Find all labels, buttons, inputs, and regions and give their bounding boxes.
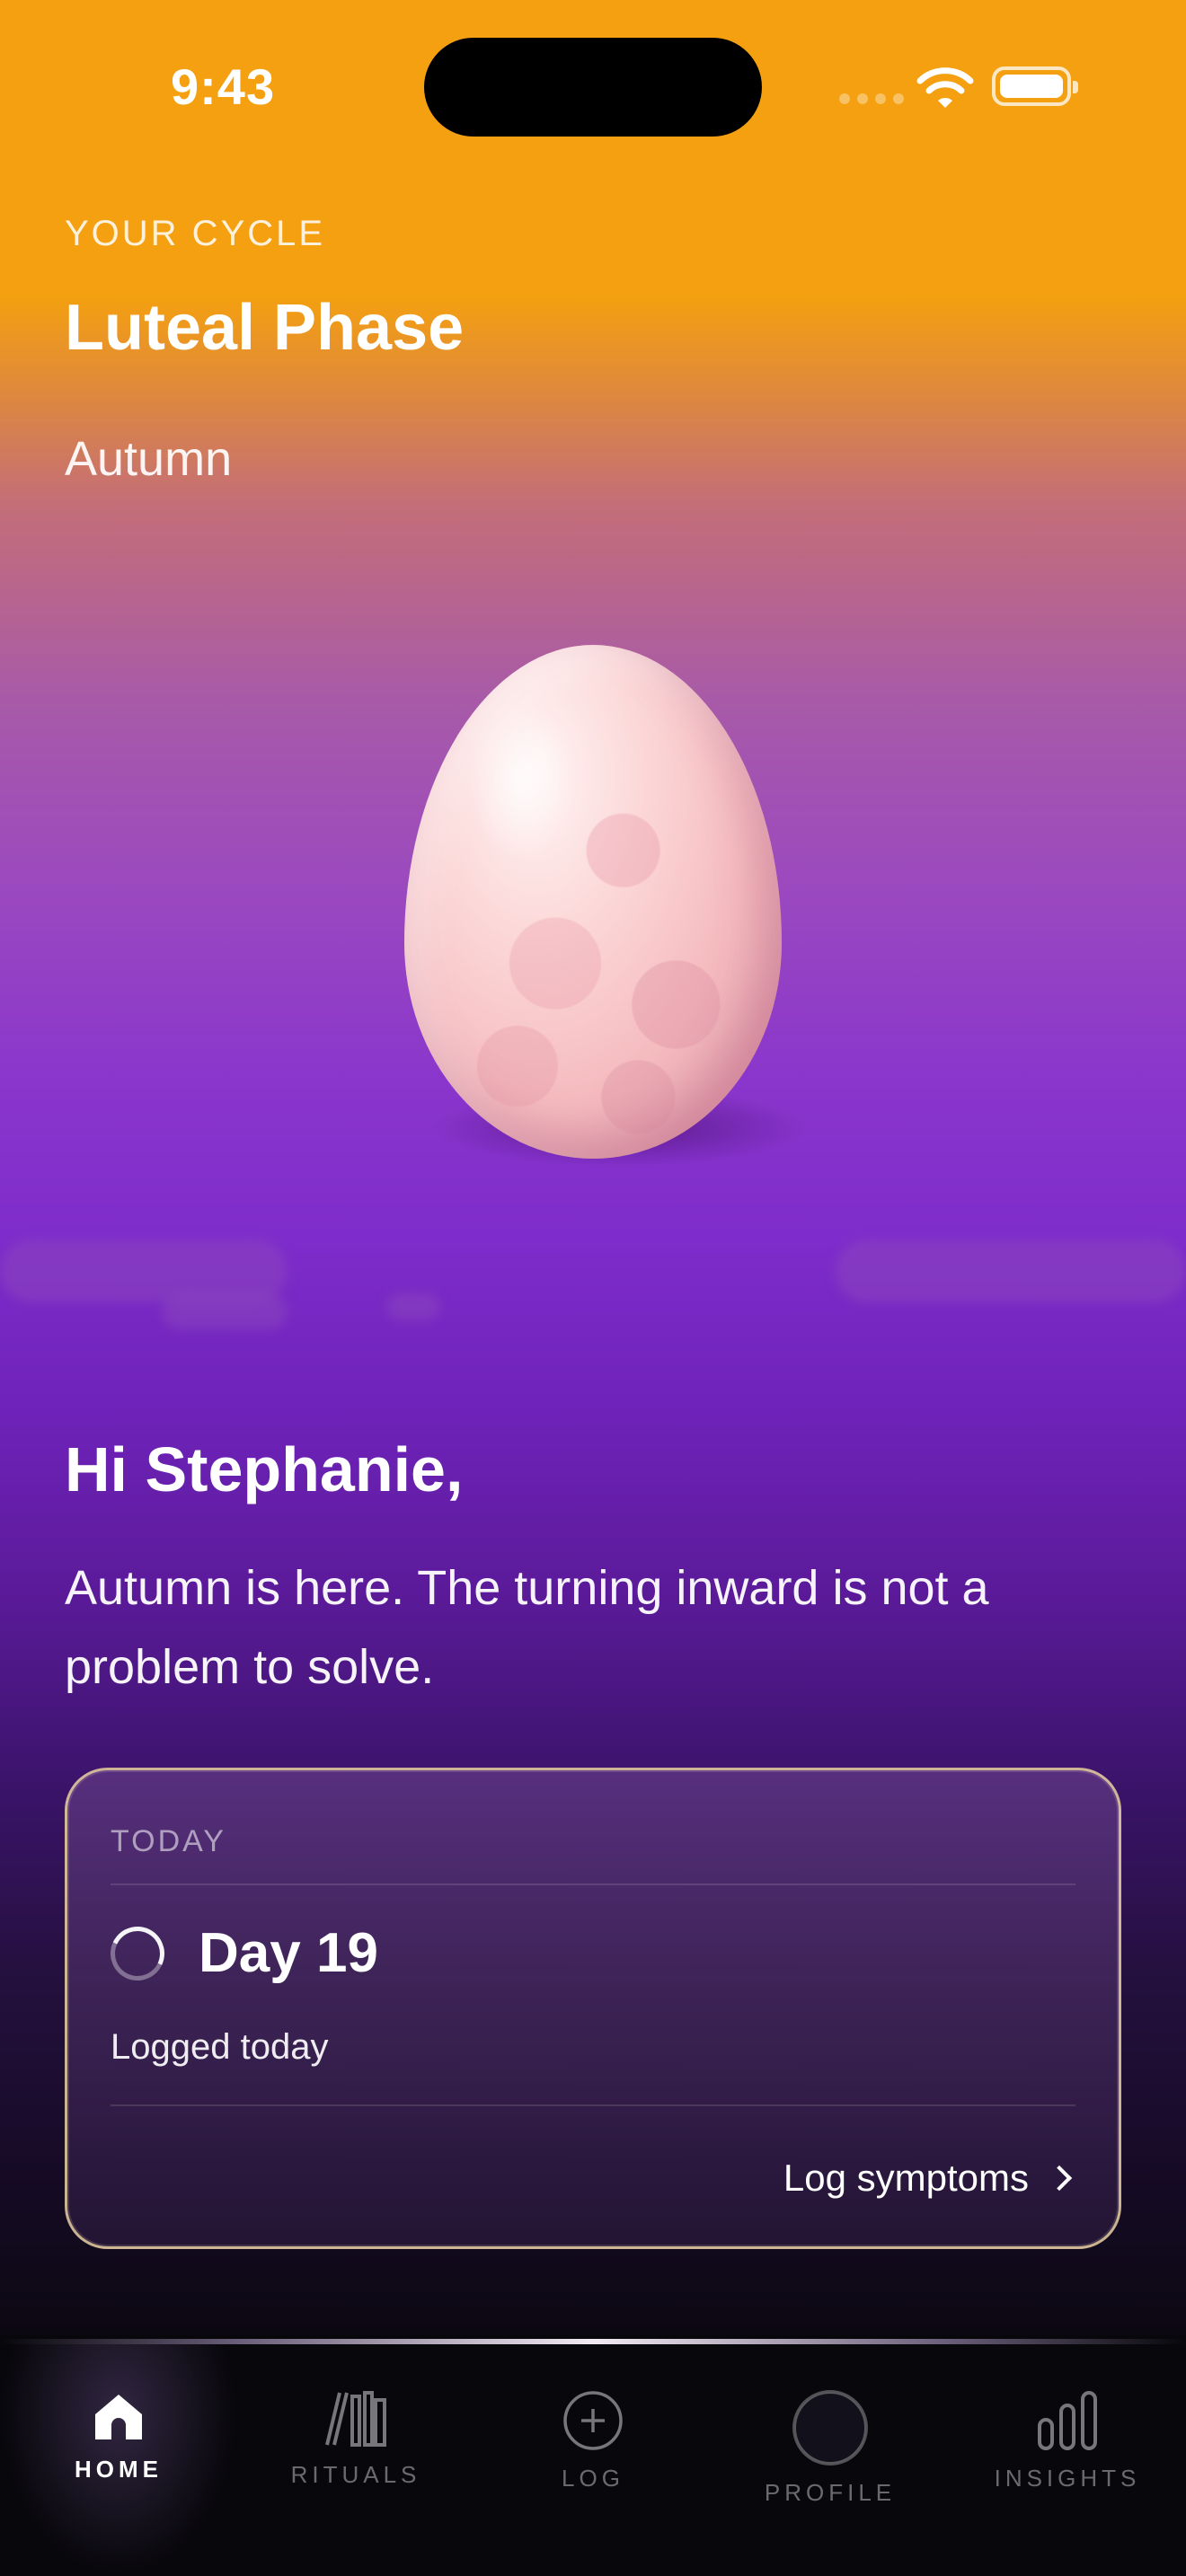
profile-circle-icon [792,2390,868,2466]
greeting-title: Hi Stephanie, [65,1434,464,1504]
tab-log[interactable]: LOG [474,2389,712,2492]
log-symptoms-button[interactable]: Log symptoms [783,2157,1073,2200]
phase-title: Luteal Phase [65,292,465,364]
cycle-eyebrow: YOUR CYCLE [65,214,326,253]
status-time: 9:43 [171,58,276,115]
tab-label: HOME [75,2456,163,2483]
status-bar: 9:43 [0,0,1186,171]
log-symptoms-label: Log symptoms [783,2157,1029,2199]
books-icon [325,2391,386,2447]
plus-circle-icon [563,2391,623,2450]
progress-ring-icon [102,1919,173,1989]
tab-label: INSIGHTS [994,2465,1141,2492]
tab-insights[interactable]: INSIGHTS [949,2389,1186,2492]
tab-profile[interactable]: PROFILE [712,2389,949,2507]
home-icon [95,2395,142,2439]
mist-center-small [386,1293,440,1320]
card-divider [111,2104,1075,2106]
tab-bar-highlight [0,2339,1186,2344]
phase-egg-illustration [359,629,827,1186]
cycle-day: Day 19 [199,1922,378,1984]
bar-chart-icon [1038,2391,1097,2450]
signal-icon [839,93,904,104]
greeting-message: Autumn is here. The turning inward is no… [65,1561,989,1694]
dynamic-island [424,38,762,137]
chevron-right-icon [1046,2165,1073,2192]
log-status: Logged today [111,2027,329,2067]
mist-left-small [162,1293,288,1329]
tab-label: PROFILE [764,2479,897,2506]
mist-right [836,1239,1186,1302]
battery-icon [992,66,1078,106]
egg-image [404,645,782,1159]
tab-label: LOG [562,2465,624,2492]
tab-label: RITUALS [290,2461,421,2488]
tab-rituals[interactable]: RITUALS [237,2389,474,2489]
wifi-icon [916,67,974,108]
card-label: TODAY [111,1824,226,1858]
card-divider [111,1883,1075,1885]
season-label: Autumn [65,432,233,486]
today-card[interactable]: TODAY Day 19 Logged today Log symptoms [65,1768,1121,2249]
tab-home[interactable]: HOME [0,2389,237,2483]
